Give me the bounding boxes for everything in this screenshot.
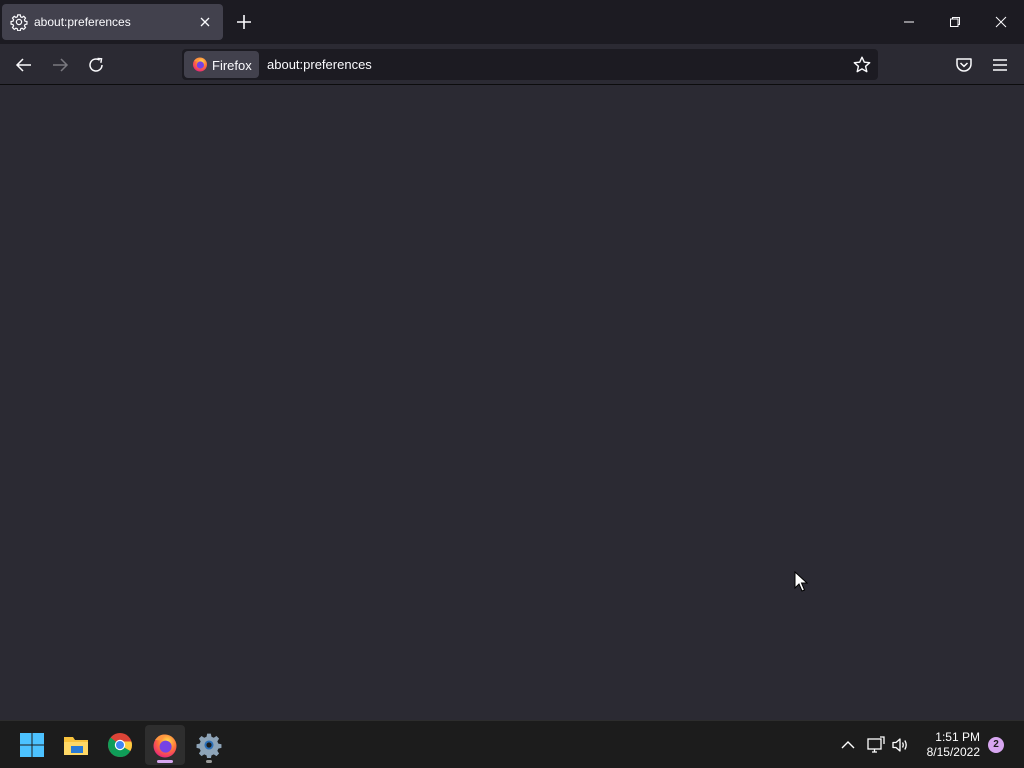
volume-icon[interactable] (890, 735, 910, 755)
system-clock[interactable]: 1:51 PM 8/15/2022 (914, 730, 980, 760)
url-bar[interactable]: Firefox about:preferences (182, 49, 878, 80)
close-tab-icon[interactable] (198, 15, 212, 29)
forward-button[interactable] (45, 50, 75, 80)
taskbar-firefox[interactable] (145, 725, 185, 765)
close-window-button[interactable] (978, 0, 1024, 44)
reload-button[interactable] (81, 50, 111, 80)
start-button[interactable] (12, 725, 52, 765)
notification-badge[interactable]: 2 (988, 737, 1004, 753)
folder-icon (64, 737, 88, 755)
clock-date: 8/15/2022 (926, 745, 980, 759)
tab-strip: about:preferences (0, 0, 1024, 44)
url-input[interactable]: about:preferences (267, 57, 372, 72)
mouse-cursor-icon (794, 571, 808, 592)
restore-icon (950, 17, 960, 27)
pocket-icon[interactable] (954, 55, 974, 75)
minimize-button[interactable] (886, 0, 932, 44)
chevron-up-icon[interactable] (838, 735, 858, 755)
tab-preferences[interactable]: about:preferences (2, 4, 223, 40)
taskbar: 1:51 PM 8/15/2022 2 (0, 720, 1024, 768)
forward-arrow-icon (53, 58, 69, 72)
close-icon (995, 16, 1007, 28)
firefox-icon (153, 734, 177, 758)
network-icon[interactable] (866, 735, 886, 755)
taskbar-file-explorer[interactable] (56, 725, 96, 765)
back-button[interactable] (9, 50, 39, 80)
new-tab-icon[interactable] (234, 12, 254, 32)
navigation-toolbar: Firefox about:preferences (0, 44, 1024, 85)
identity-box[interactable]: Firefox (184, 51, 259, 78)
chrome-icon (107, 733, 132, 758)
restore-button[interactable] (932, 0, 978, 44)
taskbar-settings[interactable] (189, 725, 229, 765)
minimize-icon (904, 21, 914, 23)
page-content (0, 85, 1024, 720)
active-app-indicator (157, 760, 173, 763)
taskbar-chrome[interactable] (100, 725, 140, 765)
windows-start-icon (20, 733, 44, 757)
reload-icon (89, 57, 103, 72)
settings-gear-icon (196, 733, 222, 758)
star-icon[interactable] (852, 55, 872, 75)
clock-time: 1:51 PM (935, 730, 980, 744)
tab-title: about:preferences (34, 15, 131, 29)
running-app-indicator (206, 760, 212, 763)
back-arrow-icon (15, 58, 31, 72)
firefox-logo-icon (193, 57, 207, 72)
hamburger-menu-icon[interactable] (990, 55, 1010, 75)
gear-icon (10, 14, 28, 31)
identity-label: Firefox (212, 58, 252, 73)
